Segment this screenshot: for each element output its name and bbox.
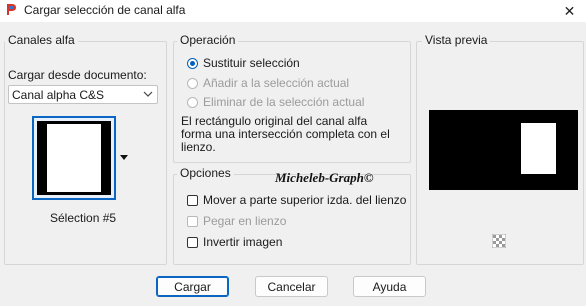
preview-legend: Vista previa bbox=[422, 33, 491, 47]
checkbox-indicator[interactable] bbox=[187, 236, 198, 248]
close-button[interactable]: ✕ bbox=[553, 0, 586, 22]
thumbnail-image bbox=[37, 121, 111, 195]
checkbox-indicator[interactable] bbox=[187, 194, 198, 206]
preview-selection-area bbox=[521, 123, 556, 174]
alpha-channels-legend: Canales alfa bbox=[5, 33, 78, 47]
paint-shop-pro-icon bbox=[5, 3, 18, 16]
thumbnail-menu-button[interactable] bbox=[116, 150, 132, 164]
triangle-down-icon bbox=[120, 154, 128, 160]
radio-indicator[interactable] bbox=[187, 77, 198, 89]
radio-remove-selection[interactable]: Eliminar de la selección actual bbox=[187, 95, 364, 109]
checkbox-invert-image[interactable]: Invertir imagen bbox=[187, 235, 282, 249]
radio-label: Sustituir selección bbox=[203, 56, 300, 70]
radio-label: Añadir a la selección actual bbox=[203, 76, 350, 90]
operation-description: El rectángulo original del canal alfa fo… bbox=[181, 114, 390, 154]
close-icon: ✕ bbox=[563, 2, 576, 19]
radio-replace-selection[interactable]: Sustituir selección bbox=[187, 56, 300, 70]
channel-thumbnail[interactable] bbox=[32, 116, 116, 200]
checkbox-indicator[interactable] bbox=[187, 215, 198, 227]
thumbnail-selection-area bbox=[47, 124, 101, 192]
title-bar: Cargar selección de canal alfa ✕ bbox=[0, 0, 586, 22]
checkbox-paste-canvas[interactable]: Pegar en lienzo bbox=[187, 214, 286, 228]
load-button[interactable]: Cargar bbox=[156, 276, 229, 297]
window-title: Cargar selección de canal alfa bbox=[24, 3, 186, 17]
radio-add-selection[interactable]: Añadir a la selección actual bbox=[187, 76, 349, 90]
options-legend: Opciones bbox=[177, 166, 234, 180]
watermark: Micheleb-Graph© bbox=[275, 170, 374, 185]
cancel-button[interactable]: Cancelar bbox=[255, 276, 328, 297]
source-document-label: Cargar desde documento: bbox=[8, 68, 147, 82]
checkbox-label: Invertir imagen bbox=[203, 235, 283, 249]
radio-indicator[interactable] bbox=[187, 96, 198, 108]
source-document-value: Canal alpha C&S bbox=[12, 88, 105, 102]
radio-indicator[interactable] bbox=[187, 57, 198, 69]
checkerboard-icon[interactable] bbox=[492, 234, 506, 248]
checkbox-move-top-left[interactable]: Mover a parte superior izda. del lienzo bbox=[187, 193, 406, 207]
checkbox-label: Pegar en lienzo bbox=[203, 214, 287, 228]
chevron-down-icon bbox=[143, 91, 153, 97]
checkbox-label: Mover a parte superior izda. del lienzo bbox=[203, 193, 407, 207]
operation-legend: Operación bbox=[177, 33, 239, 47]
thumbnail-caption: Sélection #5 bbox=[50, 211, 117, 225]
help-button[interactable]: Ayuda bbox=[353, 276, 426, 297]
radio-label: Eliminar de la selección actual bbox=[203, 95, 365, 109]
source-document-select[interactable]: Canal alpha C&S bbox=[8, 85, 158, 104]
